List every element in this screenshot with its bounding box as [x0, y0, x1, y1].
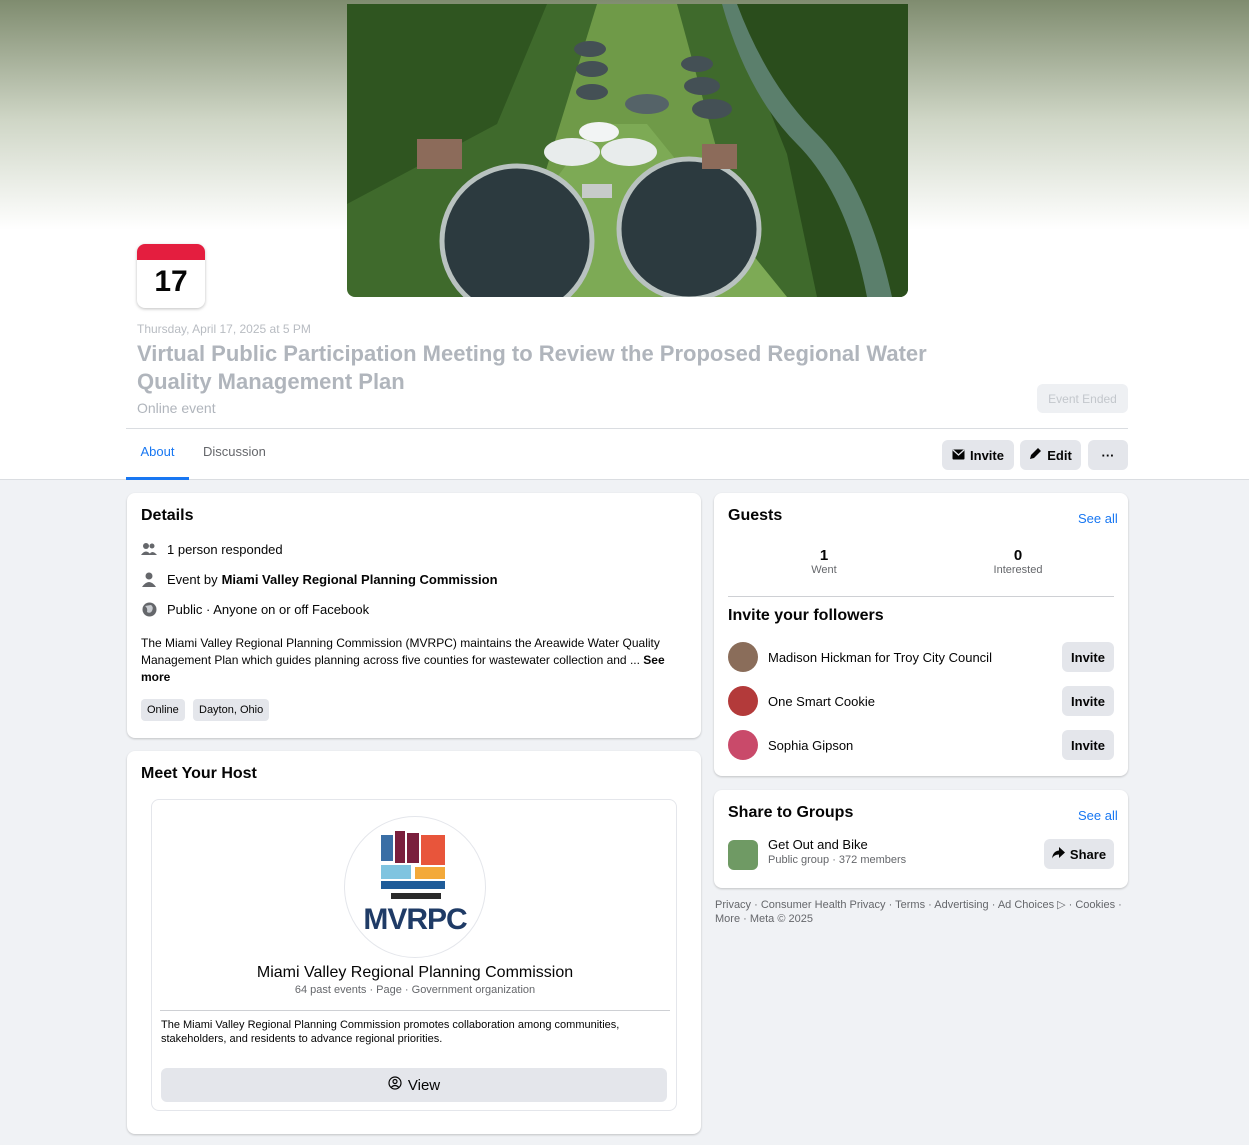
- event-date-time: Thursday, April 17, 2025 at 5 PM: [137, 322, 311, 336]
- view-button-label: View: [407, 1076, 441, 1094]
- host-logo-text: MVRPC: [363, 903, 467, 936]
- interested-count: 0: [1013, 547, 1023, 564]
- event-cover-photo[interactable]: [347, 4, 908, 297]
- invite-followers-title: Invite your followers: [728, 607, 884, 624]
- edit-button-label: Edit: [1047, 447, 1072, 463]
- pencil-icon: [1029, 447, 1042, 463]
- host-description: The Miami Valley Regional Planning Commi…: [161, 1019, 620, 1045]
- follower-row: Madison Hickman for Troy City Council In…: [728, 641, 1114, 673]
- more-options-button[interactable]: ···: [1088, 440, 1128, 470]
- follower-name: One Smart Cookie: [768, 693, 875, 709]
- group-name[interactable]: Get Out and Bike: [768, 837, 868, 852]
- responded-text: 1 person responded: [167, 541, 283, 557]
- tab-about[interactable]: About: [126, 444, 189, 480]
- privacy-text: Public · Anyone on or off Facebook: [167, 601, 370, 617]
- follower-name: Sophia Gipson: [768, 737, 854, 753]
- host-meta: 64 past events · Page · Government organ…: [294, 984, 536, 996]
- privacy-row: Public · Anyone on or off Facebook: [141, 601, 369, 617]
- follower-row: One Smart Cookie Invite: [728, 685, 1114, 717]
- follower-row: Sophia Gipson Invite: [728, 729, 1114, 761]
- event-day: 17: [154, 265, 188, 298]
- host-card: Meet Your Host MVRPC Miami Valley Region…: [127, 751, 701, 1134]
- tag-online[interactable]: Online: [141, 699, 185, 721]
- follower-avatar[interactable]: [728, 730, 758, 760]
- follower-name: Madison Hickman for Troy City Council: [768, 649, 992, 665]
- profile-icon: [388, 1076, 402, 1094]
- view-host-button[interactable]: View: [161, 1068, 667, 1102]
- went-count: 1: [819, 547, 829, 564]
- interested-label: Interested: [993, 564, 1043, 576]
- edit-button[interactable]: Edit: [1020, 440, 1081, 470]
- invite-follower-button[interactable]: Invite: [1062, 686, 1114, 716]
- event-location-type: Online event: [137, 400, 216, 416]
- person-icon: [141, 571, 157, 587]
- event-description: The Miami Valley Regional Planning Commi…: [141, 635, 693, 686]
- invite-button-label: Invite: [970, 447, 1004, 463]
- host-name[interactable]: Miami Valley Regional Planning Commissio…: [152, 964, 678, 982]
- share-group-button[interactable]: Share: [1044, 839, 1114, 869]
- event-by-prefix: Event by: [167, 571, 218, 587]
- event-title: Virtual Public Participation Meeting to …: [137, 341, 927, 394]
- header-divider: [126, 428, 1128, 429]
- details-card: Details 1 person responded Event by Miam…: [127, 493, 701, 738]
- follower-avatar[interactable]: [728, 642, 758, 672]
- details-title: Details: [141, 507, 194, 524]
- guests-card: Guests See all 1 Went 0 Interested Invit…: [714, 493, 1128, 776]
- share-arrow-icon: [1051, 846, 1065, 862]
- event-ended-button[interactable]: Event Ended: [1037, 384, 1128, 413]
- host-logo-mark: [381, 831, 445, 899]
- host-title: Meet Your Host: [141, 765, 257, 782]
- share-groups-card: Share to Groups See all Get Out and Bike…: [714, 790, 1128, 888]
- people-icon: [141, 541, 157, 557]
- group-avatar[interactable]: [728, 840, 758, 870]
- guests-see-all-link[interactable]: See all: [1078, 511, 1118, 526]
- guests-divider: [728, 596, 1114, 597]
- interested-stat[interactable]: 0 Interested: [958, 547, 1078, 576]
- went-label: Went: [811, 564, 837, 576]
- calendar-date-badge: 17: [137, 244, 205, 308]
- description-text: The Miami Valley Regional Planning Commi…: [141, 636, 660, 667]
- calendar-band: [137, 244, 205, 260]
- invite-follower-button[interactable]: Invite: [1062, 642, 1114, 672]
- responded-row: 1 person responded: [141, 541, 283, 557]
- event-by-link[interactable]: Miami Valley Regional Planning Commissio…: [222, 572, 498, 587]
- went-stat[interactable]: 1 Went: [764, 547, 884, 576]
- event-by-row: Event by Miami Valley Regional Planning …: [141, 571, 498, 587]
- host-logo[interactable]: MVRPC: [344, 816, 486, 958]
- groups-see-all-link[interactable]: See all: [1078, 808, 1118, 823]
- invite-follower-button[interactable]: Invite: [1062, 730, 1114, 760]
- envelope-icon: [952, 448, 965, 463]
- footer-links[interactable]: Privacy · Consumer Health Privacy · Term…: [715, 898, 1125, 926]
- tag-location[interactable]: Dayton, Ohio: [193, 699, 270, 721]
- tab-discussion[interactable]: Discussion: [203, 444, 266, 480]
- host-profile-box: MVRPC Miami Valley Regional Planning Com…: [151, 799, 677, 1111]
- share-button-label: Share: [1069, 846, 1107, 862]
- share-groups-title: Share to Groups: [728, 804, 854, 821]
- host-divider: [160, 1010, 670, 1011]
- group-meta: Public group · 372 members: [768, 854, 907, 866]
- guests-title: Guests: [728, 507, 783, 524]
- invite-button[interactable]: Invite: [942, 440, 1014, 470]
- follower-avatar[interactable]: [728, 686, 758, 716]
- globe-icon: [141, 601, 157, 617]
